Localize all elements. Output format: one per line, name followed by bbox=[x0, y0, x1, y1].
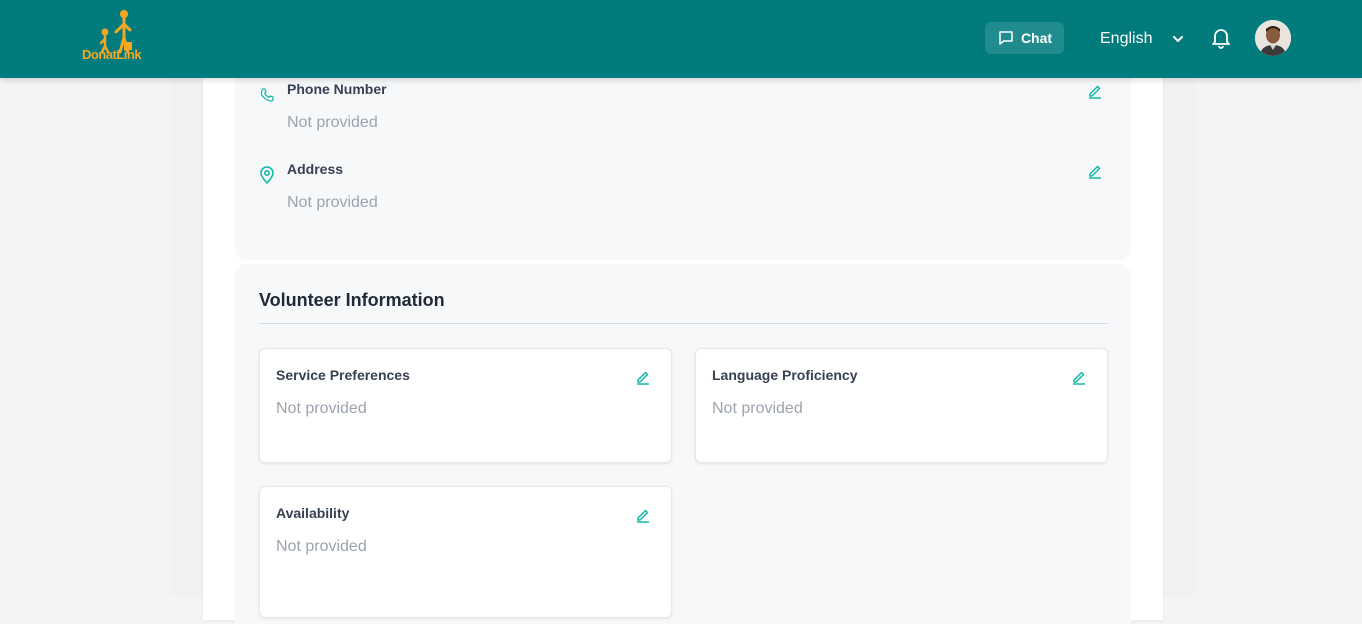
availability-value: Not provided bbox=[276, 538, 367, 555]
edit-address-icon[interactable] bbox=[1087, 163, 1103, 179]
chat-button-label: Chat bbox=[1020, 30, 1053, 46]
availability-card: Availability Not provided bbox=[259, 486, 672, 618]
edit-phone-icon[interactable] bbox=[1087, 83, 1103, 99]
service-preferences-label: Service Preferences bbox=[276, 367, 410, 383]
service-preferences-card: Service Preferences Not provided bbox=[259, 348, 672, 463]
address-value: Not provided bbox=[287, 194, 378, 211]
user-avatar[interactable] bbox=[1255, 20, 1291, 56]
chevron-down-icon bbox=[1173, 36, 1184, 42]
volunteer-section-title: Volunteer Information bbox=[259, 290, 445, 310]
phone-icon bbox=[260, 88, 274, 102]
language-proficiency-label: Language Proficiency bbox=[712, 367, 858, 383]
logo-text: DonatLink bbox=[82, 47, 142, 62]
notifications-button[interactable] bbox=[1210, 26, 1232, 55]
language-select[interactable]: English bbox=[1100, 28, 1184, 50]
address-label: Address bbox=[287, 161, 344, 177]
chat-button[interactable]: Chat bbox=[985, 22, 1064, 54]
language-select-value: English bbox=[1100, 30, 1153, 47]
availability-label: Availability bbox=[276, 505, 350, 521]
phone-number-label: Phone Number bbox=[287, 81, 387, 97]
user-photo-icon bbox=[1255, 20, 1291, 56]
service-preferences-value: Not provided bbox=[276, 400, 367, 417]
language-proficiency-value: Not provided bbox=[712, 400, 803, 417]
edit-availability-icon[interactable] bbox=[635, 507, 651, 523]
language-proficiency-card: Language Proficiency Not provided bbox=[695, 348, 1108, 463]
edit-service-preferences-icon[interactable] bbox=[635, 369, 651, 385]
map-pin-icon bbox=[260, 166, 274, 184]
donatlink-logo[interactable]: DonatLink bbox=[80, 8, 154, 64]
bell-icon bbox=[1212, 29, 1230, 49]
edit-language-proficiency-icon[interactable] bbox=[1071, 369, 1087, 385]
chat-bubble-icon bbox=[999, 31, 1013, 45]
phone-number-value: Not provided bbox=[287, 114, 378, 131]
section-divider bbox=[259, 323, 1107, 324]
top-navbar: DonatLink Chat English bbox=[0, 0, 1362, 78]
